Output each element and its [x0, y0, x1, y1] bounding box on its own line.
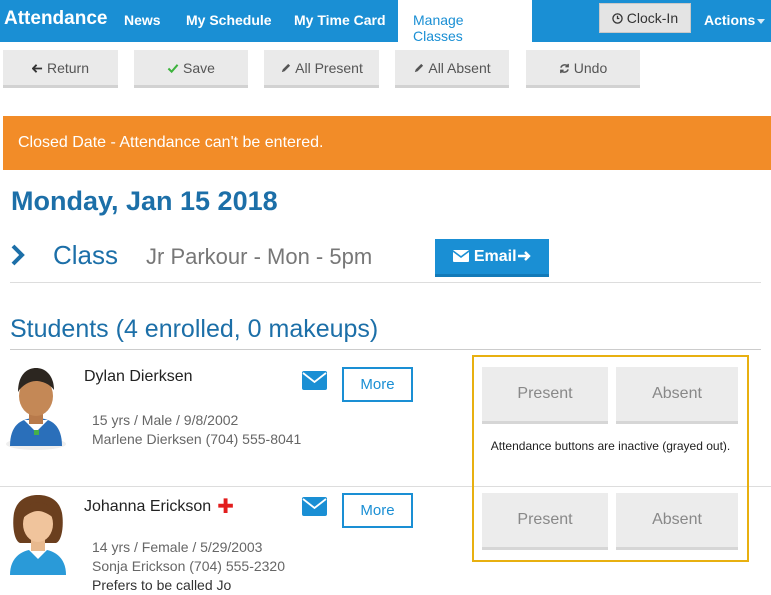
email-class-button[interactable]: Email: [435, 239, 549, 277]
student-info: 15 yrs / Male / 9/8/2002 Marlene Dierkse…: [92, 411, 301, 449]
all-absent-label: All Absent: [428, 60, 491, 76]
save-label: Save: [183, 60, 215, 76]
save-button[interactable]: Save: [134, 50, 248, 88]
envelope-icon[interactable]: [302, 497, 327, 521]
pencil-icon: [280, 50, 291, 86]
more-button[interactable]: More: [342, 367, 413, 402]
all-present-button[interactable]: All Present: [264, 50, 379, 88]
clock-icon: [612, 10, 627, 26]
nav-my-time-card[interactable]: My Time Card: [294, 12, 386, 28]
chevron-right-icon[interactable]: [10, 243, 26, 272]
highlight-box: [472, 355, 749, 562]
all-absent-button[interactable]: All Absent: [395, 50, 509, 88]
email-label: Email: [473, 248, 517, 265]
page-title: Monday, Jan 15 2018: [11, 186, 278, 216]
check-icon: [167, 50, 179, 86]
student-guardian: Sonja Erickson (704) 555-2320: [92, 558, 286, 574]
return-label: Return: [46, 60, 90, 76]
divider: [10, 282, 761, 283]
pencil-icon: [413, 50, 424, 86]
closed-date-banner: Closed Date - Attendance can't be entere…: [3, 116, 771, 170]
all-present-label: All Present: [295, 60, 363, 76]
top-nav: Attendance News My Schedule My Time Card…: [0, 0, 771, 44]
refresh-icon: [559, 50, 570, 86]
clock-in-button[interactable]: Clock-In: [599, 3, 691, 33]
student-details: 15 yrs / Male / 9/8/2002: [92, 412, 239, 428]
student-note: Prefers to be called Jo: [92, 577, 232, 593]
undo-button[interactable]: Undo: [526, 50, 640, 88]
clock-in-label: Clock-In: [626, 10, 679, 26]
student-details: 14 yrs / Female / 5/29/2003: [92, 539, 263, 555]
caret-down-icon: [757, 18, 766, 24]
app-brand[interactable]: Attendance: [4, 8, 107, 30]
nav-my-schedule[interactable]: My Schedule: [186, 12, 272, 28]
envelope-icon[interactable]: [302, 371, 327, 395]
arrow-right-icon: [517, 248, 531, 265]
undo-label: Undo: [573, 60, 608, 76]
student-info: 14 yrs / Female / 5/29/2003 Sonja Ericks…: [92, 538, 285, 595]
envelope-icon: [452, 248, 473, 265]
nav-manage-classes[interactable]: Manage Classes: [398, 0, 532, 44]
return-button[interactable]: Return: [3, 50, 118, 88]
students-heading: Students (4 enrolled, 0 makeups): [10, 315, 379, 343]
student-name[interactable]: Johanna Erickson ✚: [84, 494, 234, 519]
more-button[interactable]: More: [342, 493, 413, 528]
class-label: Class: [53, 240, 119, 270]
avatar: [4, 364, 68, 457]
nav-news[interactable]: News: [124, 12, 161, 28]
avatar: [4, 493, 72, 580]
student-name[interactable]: Dylan Dierksen: [84, 368, 192, 386]
class-name: Jr Parkour - Mon - 5pm: [146, 244, 373, 269]
student-name-text: Johanna Erickson: [84, 498, 212, 515]
student-guardian: Marlene Dierksen (704) 555-8041: [92, 431, 302, 447]
divider: [10, 349, 761, 350]
arrow-left-icon: [31, 50, 43, 86]
medical-cross-icon: ✚: [217, 496, 234, 518]
actions-menu[interactable]: Actions: [704, 12, 766, 28]
actions-label: Actions: [704, 12, 756, 28]
